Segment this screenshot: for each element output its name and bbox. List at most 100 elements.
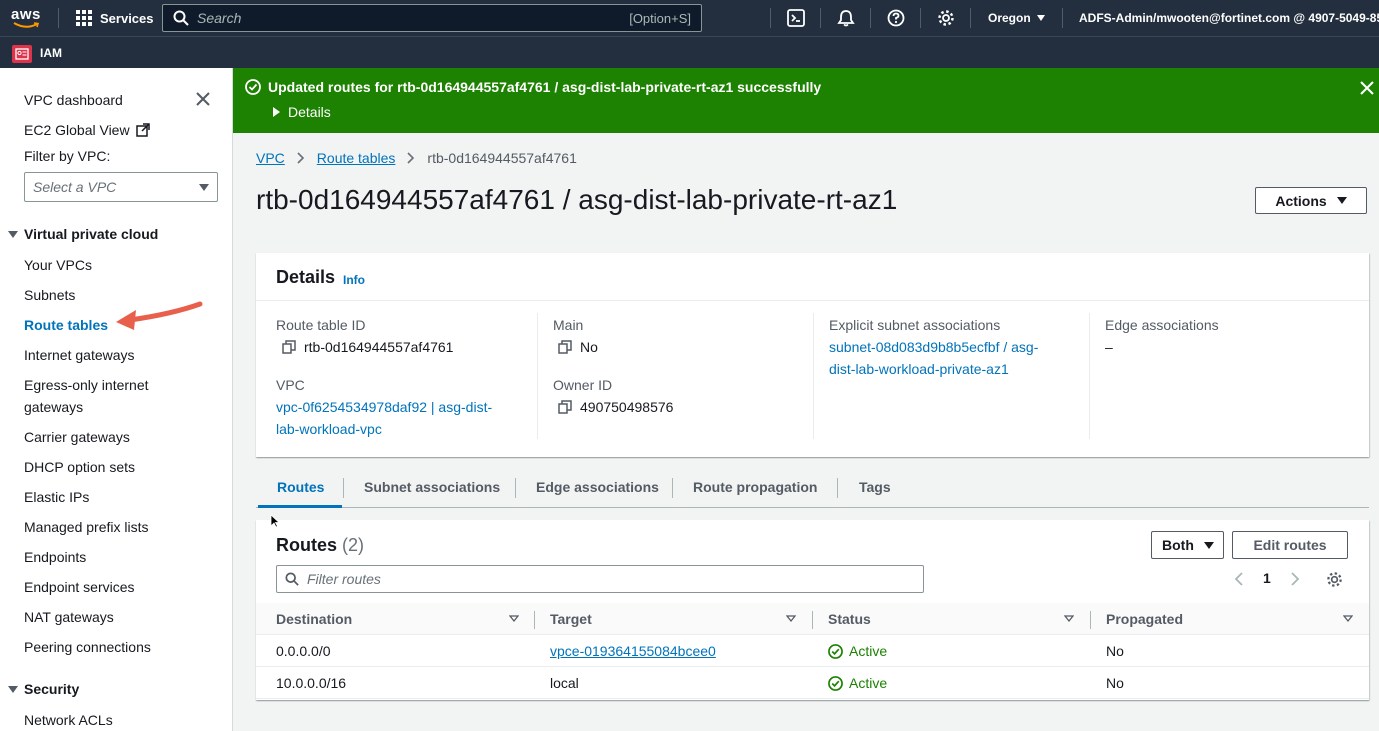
cloudshell-icon[interactable] <box>786 8 806 28</box>
copy-icon[interactable] <box>558 400 572 414</box>
sidebar-item-carrier-gateways[interactable]: Carrier gateways <box>24 426 130 448</box>
sidebar-item-your-vpcs[interactable]: Your VPCs <box>24 254 92 276</box>
route-target: local <box>550 675 579 691</box>
copy-icon[interactable] <box>282 340 296 354</box>
vpc-link[interactable]: vpc-0f6254534978daf92 | asg-dist- lab-wo… <box>276 396 492 440</box>
route-filter-both-select[interactable]: Both <box>1151 531 1224 559</box>
tab-edge-associations[interactable]: Edge associations <box>536 466 659 508</box>
sidebar-item-network-acls[interactable]: Network ACLs <box>24 709 113 731</box>
caret-down-icon <box>1203 541 1214 549</box>
region-label: Oregon <box>988 11 1031 25</box>
sidebar-item-subnets[interactable]: Subnets <box>24 284 75 306</box>
close-icon[interactable] <box>194 90 212 108</box>
sidebar-item-peering-connections[interactable]: Peering connections <box>24 636 151 658</box>
sidebar-item-dhcp-option-sets[interactable]: DHCP option sets <box>24 456 135 478</box>
chevron-right-icon[interactable] <box>1290 572 1300 586</box>
sidebar-item-endpoints[interactable]: Endpoints <box>24 546 86 568</box>
search-shortcut: [Option+S] <box>629 10 691 26</box>
vpc-filter-select[interactable]: Select a VPC <box>24 172 218 202</box>
filter-routes-input[interactable]: Filter routes <box>276 565 924 593</box>
notifications-bell-icon[interactable] <box>836 8 856 28</box>
explicit-subnet-line2: dist-lab-workload-private-az1 <box>829 361 1009 377</box>
sidebar-item-endpoint-services[interactable]: Endpoint services <box>24 576 135 598</box>
vpc-filter-placeholder: Select a VPC <box>33 179 117 195</box>
table-row[interactable]: 0.0.0.0/0 vpce-019364155084bcee0 Active … <box>256 635 1369 667</box>
route-propagated: No <box>1106 675 1124 691</box>
column-header-target[interactable]: Target <box>550 603 592 635</box>
both-label: Both <box>1162 537 1194 553</box>
sidebar-item-egress-only-internet-gateways[interactable]: Egress-only internet gateways <box>24 374 184 418</box>
sort-caret-icon[interactable] <box>1343 615 1353 623</box>
column-header-destination[interactable]: Destination <box>276 603 352 635</box>
vpc-label: VPC <box>276 377 305 393</box>
sort-caret-icon[interactable] <box>786 615 796 623</box>
table-settings-gear-icon[interactable] <box>1326 571 1343 588</box>
search-input[interactable]: Search [Option+S] <box>162 4 702 32</box>
breadcrumb-vpc[interactable]: VPC <box>256 150 285 166</box>
table-row[interactable]: 10.0.0.0/16 local Active No <box>256 667 1369 699</box>
column-header-propagated[interactable]: Propagated <box>1106 603 1183 635</box>
vpc-link-line1: vpc-0f6254534978daf92 | asg-dist- <box>276 399 493 415</box>
sidebar-item-vpc-dashboard[interactable]: VPC dashboard <box>24 89 123 111</box>
sidebar-item-nat-gateways[interactable]: NAT gateways <box>24 606 114 628</box>
details-panel: Details Info Route table ID rtb-0d164944… <box>256 253 1369 457</box>
route-target-link[interactable]: vpce-019364155084bcee0 <box>550 643 716 659</box>
main-value-text: No <box>580 339 598 355</box>
sidebar-item-internet-gateways[interactable]: Internet gateways <box>24 344 135 366</box>
sort-caret-icon[interactable] <box>509 615 519 623</box>
iam-service-icon[interactable] <box>12 45 32 63</box>
aws-logo[interactable]: aws <box>10 5 44 31</box>
actions-button[interactable]: Actions <box>1255 187 1367 214</box>
search-icon <box>173 10 189 26</box>
settings-gear-icon[interactable] <box>936 8 956 28</box>
sidebar-item-elastic-ips[interactable]: Elastic IPs <box>24 486 89 508</box>
status-success-icon <box>828 643 843 659</box>
route-status: Active <box>828 667 887 699</box>
sidebar-item-route-tables[interactable]: Route tables <box>24 314 108 336</box>
page-title: rtb-0d164944557af4761 / asg-dist-lab-pri… <box>256 184 898 215</box>
section-virtual-private-cloud[interactable]: Virtual private cloud <box>8 226 158 242</box>
sort-caret-icon[interactable] <box>1064 615 1074 623</box>
caret-down-icon <box>8 685 18 693</box>
route-destination: 0.0.0.0/0 <box>276 643 331 659</box>
flash-details-toggle[interactable]: Details <box>273 104 331 120</box>
services-label: Services <box>100 10 154 26</box>
section-security-label: Security <box>24 681 80 697</box>
tab-tags[interactable]: Tags <box>859 466 891 508</box>
sidebar-item-managed-prefix-lists[interactable]: Managed prefix lists <box>24 516 149 538</box>
info-link[interactable]: Info <box>343 273 365 287</box>
service-favorites-bar: IAM <box>0 36 1379 68</box>
filter-routes-placeholder: Filter routes <box>307 571 381 587</box>
section-security[interactable]: Security <box>8 681 79 697</box>
sidebar-item-ec2-global-view[interactable]: EC2 Global View <box>24 119 150 141</box>
active-tab-indicator <box>258 505 342 508</box>
owner-id-label: Owner ID <box>553 377 613 393</box>
tab-route-propagation[interactable]: Route propagation <box>693 466 817 508</box>
owner-id-value: 490750498576 <box>558 399 673 415</box>
account-label: ADFS-Admin/mwooten@fortinet.com @ 4907-5… <box>1079 11 1379 25</box>
edit-routes-button[interactable]: Edit routes <box>1232 531 1348 559</box>
breadcrumb: VPC Route tables rtb-0d164944557af4761 <box>256 150 577 166</box>
tab-routes[interactable]: Routes <box>277 466 324 508</box>
close-icon[interactable] <box>1359 80 1375 96</box>
vpc-link-line2: lab-workload-vpc <box>276 421 382 437</box>
explicit-subnet-associations-label: Explicit subnet associations <box>829 317 1001 333</box>
iam-shortcut-label[interactable]: IAM <box>40 37 62 69</box>
account-menu[interactable]: ADFS-Admin/mwooten@fortinet.com @ 4907-5… <box>1079 0 1379 36</box>
chevron-left-icon[interactable] <box>1234 572 1244 586</box>
explicit-subnet-link[interactable]: subnet-08d083d9b8b5ecfbf / asg- dist-lab… <box>829 336 1038 380</box>
pagination-current-page[interactable]: 1 <box>1263 570 1271 586</box>
external-link-icon <box>135 123 150 137</box>
services-menu-button[interactable]: Services <box>76 0 154 36</box>
copy-icon[interactable] <box>558 340 572 354</box>
caret-down-icon <box>8 230 18 238</box>
flash-details-label: Details <box>288 104 331 120</box>
tab-subnet-associations[interactable]: Subnet associations <box>364 466 500 508</box>
search-placeholder: Search <box>197 10 242 26</box>
help-icon[interactable] <box>886 8 906 28</box>
mouse-cursor-icon <box>270 514 280 528</box>
column-header-status[interactable]: Status <box>828 603 871 635</box>
section-vpc-label: Virtual private cloud <box>24 226 159 242</box>
breadcrumb-route-tables[interactable]: Route tables <box>317 150 396 166</box>
region-selector[interactable]: Oregon <box>988 0 1045 36</box>
